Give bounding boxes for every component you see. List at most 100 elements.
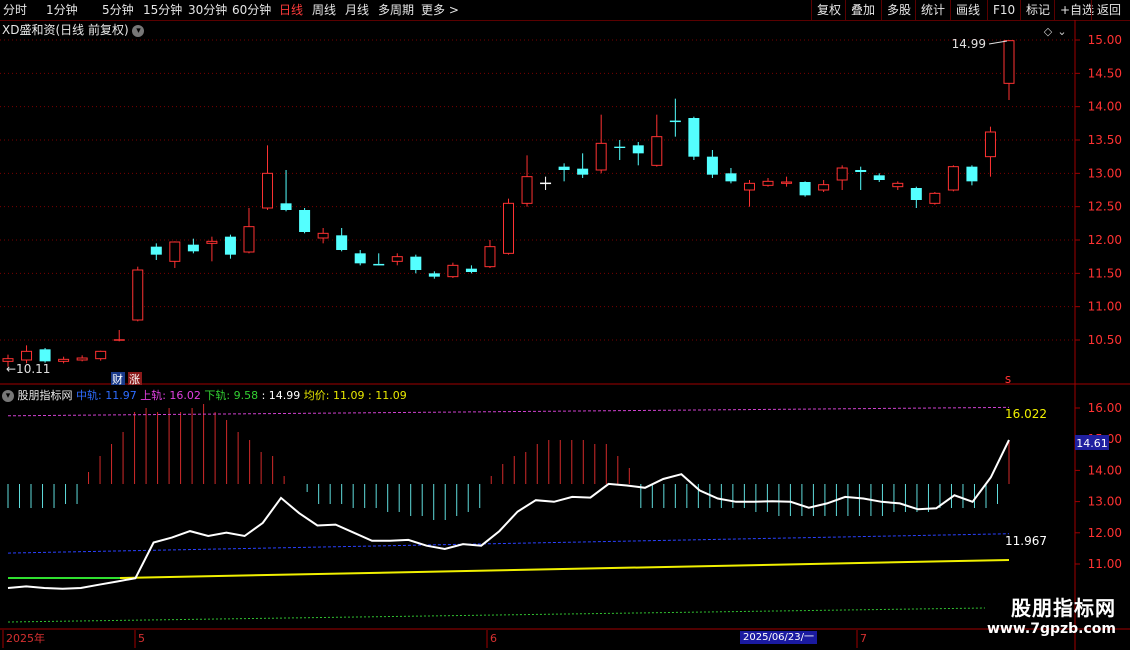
candle-body [21, 350, 33, 361]
s-marker: s [1005, 372, 1011, 386]
watermark-logo: 股朋指标网 www.7gpzb.com [987, 598, 1116, 636]
finance-marker: 财 [112, 372, 123, 386]
date-label: 2025年 [6, 631, 45, 645]
toolbar-button[interactable]: F10 [987, 0, 1021, 20]
ind-axis-label: 15.00 [1088, 432, 1122, 446]
candle-body [280, 203, 292, 210]
toolbar-button[interactable]: 复权 [811, 0, 846, 20]
candle-body [58, 358, 70, 362]
diamond-icon: ◇ [1044, 25, 1053, 38]
candle-body [947, 166, 959, 191]
candle-body [799, 182, 811, 196]
ind-axis-label: 11.00 [1088, 557, 1122, 571]
ind-axis-label: 12.00 [1088, 526, 1122, 540]
candle-body [706, 156, 718, 175]
candle-body [299, 210, 311, 232]
candle-body [521, 176, 533, 204]
candle-body [95, 350, 107, 360]
candle-body [632, 145, 644, 154]
toolbar-button[interactable]: 画线 [950, 0, 988, 20]
period-tab[interactable]: 月线 [345, 2, 369, 18]
ind-axis-label: 16.00 [1088, 401, 1122, 415]
candle-body [224, 236, 236, 255]
price-axis-label: 11.00 [1088, 300, 1122, 314]
candle-body [781, 181, 793, 184]
price-axis-label: 10.50 [1088, 333, 1122, 347]
indicator-value: 均价: 11.09 [300, 389, 365, 402]
period-tab[interactable]: 周线 [312, 2, 336, 18]
period-tab[interactable]: 日线 [279, 2, 303, 18]
candle-body [966, 166, 978, 182]
period-tab[interactable]: 15分钟 [143, 2, 182, 18]
price-axis-label: 13.00 [1088, 166, 1122, 180]
watermark-line1: 股朋指标网 [1011, 596, 1116, 620]
indicator-value: 中轨: 11.97 [76, 389, 137, 402]
chart-canvas[interactable]: 15.00 14.50 14.00 13.50 13.00 12.50 12.00 11.50… [0, 0, 1130, 650]
candle-body [873, 175, 885, 180]
candle-body [187, 244, 199, 252]
price-axis-label: 14.50 [1088, 66, 1122, 80]
period-tab[interactable]: 5分钟 [102, 2, 134, 18]
toolbar-button[interactable]: 统计 [915, 0, 951, 20]
indicator-values: 中轨: 11.97 上轨: 16.02 下轨: 9.58 : 14.99 均价:… [76, 389, 407, 402]
candle-body [243, 226, 255, 253]
period-tab[interactable]: 30分钟 [188, 2, 227, 18]
avg-price-line [119, 559, 1010, 579]
period-tab[interactable]: 更多 > [421, 2, 459, 18]
date-label: 7 [860, 632, 867, 645]
high-arrow [988, 40, 1008, 45]
chart-title-bar: XD盛和资(日线 前复权) ▾ [2, 21, 145, 38]
candle-body [391, 256, 403, 262]
candle-body [76, 357, 88, 361]
rise-marker-bg [128, 372, 142, 385]
candle-body [836, 167, 848, 181]
indicator-name[interactable]: 股朋指标网 [18, 389, 73, 402]
candle-body [595, 142, 607, 171]
period-tab[interactable]: 60分钟 [232, 2, 271, 18]
white-value-line [7, 439, 1010, 590]
toolbar-button[interactable]: 返回 [1091, 0, 1130, 20]
lower-band-line [7, 607, 986, 623]
finance-marker-bg [111, 372, 125, 385]
stock-title[interactable]: XD盛和资(日线 前复权) [2, 23, 129, 37]
candle-body [317, 232, 329, 239]
candle-body [558, 166, 570, 170]
indicator-value: 上轨: 16.02 [136, 389, 201, 402]
toolbar-button[interactable]: +自选 [1054, 0, 1094, 20]
candle-body [762, 180, 774, 186]
period-tab[interactable]: 多周期 [378, 2, 414, 18]
candle-body [929, 192, 941, 204]
price-axis-label: 15.00 [1088, 33, 1122, 47]
ind-axis-label: 13.00 [1088, 495, 1122, 509]
toolbar-button[interactable]: 叠加 [845, 0, 882, 20]
candle-body [206, 240, 218, 244]
candle-body [651, 136, 663, 166]
candle-body [262, 172, 274, 209]
period-tab[interactable]: 1分钟 [46, 2, 78, 18]
candle-body [743, 182, 755, 191]
candle-body [465, 268, 477, 272]
current-value-box [1075, 435, 1109, 450]
candle-body [169, 241, 181, 262]
watermark-line2: www.7gpzb.com [986, 621, 1116, 637]
period-tab[interactable]: 分时 [3, 2, 27, 18]
high-price-label: 14.99 [952, 37, 986, 51]
date-label: 6 [490, 632, 497, 645]
toolbar-button[interactable]: 多股 [881, 0, 916, 20]
candle-body [910, 188, 922, 200]
mid-value-label: 11.967 [1005, 534, 1047, 548]
price-axis-label: 11.50 [1088, 266, 1122, 280]
candle-body [1003, 40, 1015, 84]
candle-body [484, 246, 496, 268]
indicator-value: 下轨: 9.58 [200, 389, 259, 402]
candle-body [39, 349, 51, 362]
price-axis-label: 12.00 [1088, 233, 1122, 247]
current-value-label: 14.61 [1076, 437, 1108, 450]
candle-body [410, 256, 422, 270]
candle-body [132, 269, 144, 321]
chevron-down-icon[interactable]: ▾ [2, 390, 14, 402]
candle-body [892, 182, 904, 188]
candle-body [336, 235, 348, 250]
toolbar-button[interactable]: 标记 [1020, 0, 1055, 20]
chevron-down-icon[interactable]: ▾ [132, 24, 145, 37]
